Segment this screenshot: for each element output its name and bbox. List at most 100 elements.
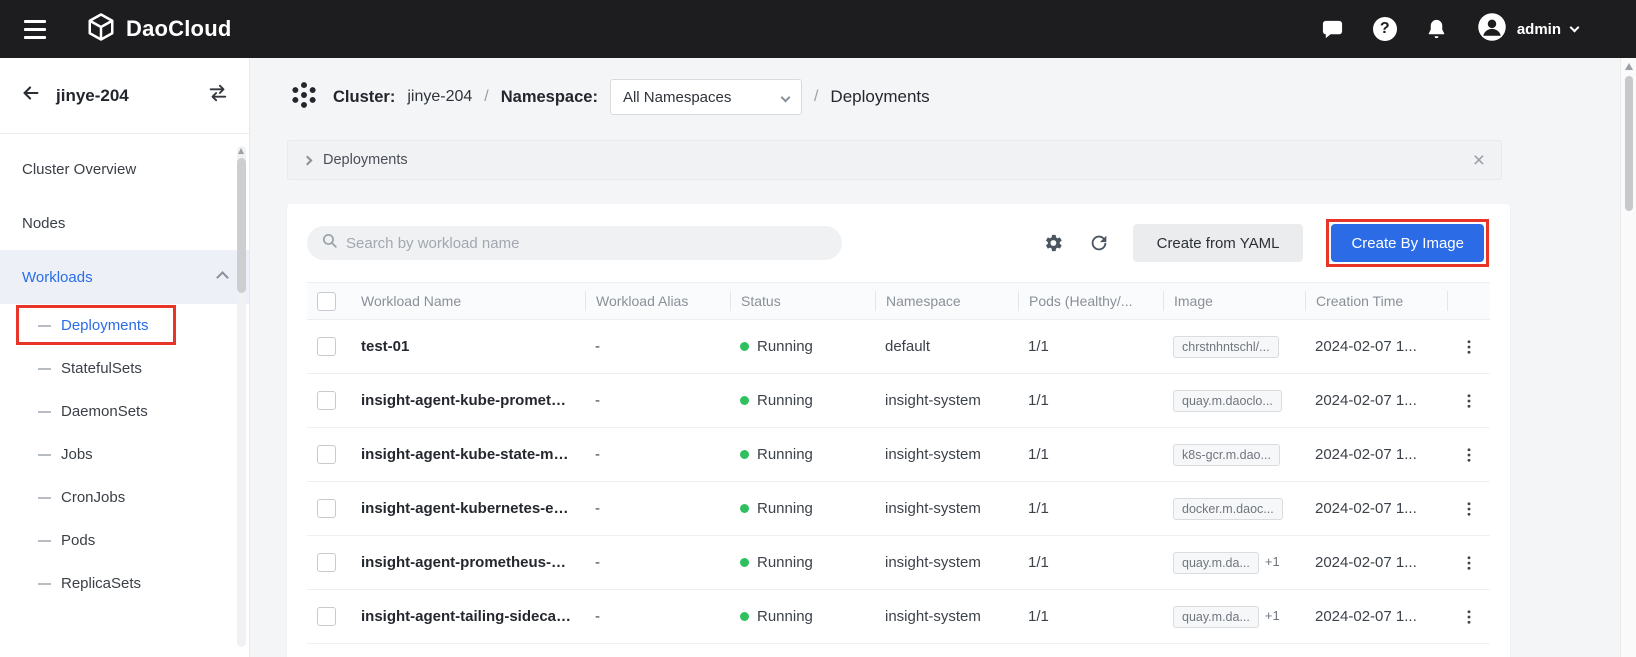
daocloud-cube-icon [86,12,116,47]
search-box [307,226,842,260]
sidebar-item-cronjobs[interactable]: CronJobs [0,476,249,519]
cluster-value[interactable]: jinye-204 [407,88,472,106]
namespace-cell: insight-system [875,554,1018,571]
status-dot [740,450,749,459]
sidebar-item-jobs[interactable]: Jobs [0,433,249,476]
kebab-menu-icon[interactable] [1457,551,1480,575]
col-image: Image [1163,291,1305,311]
status-text: Running [757,554,813,571]
sidebar: jinye-204 Cluster Overview Nodes Workloa… [0,58,250,657]
help-icon[interactable]: ? [1373,17,1397,41]
row-checkbox[interactable] [317,607,336,626]
creation-time-cell: 2024-02-07 1... [1305,392,1447,409]
page-scrollbar[interactable] [1620,58,1636,657]
status-cell: Running [730,446,875,463]
switch-cluster-icon[interactable] [207,82,229,109]
breadcrumb-separator: / [484,88,488,106]
deployments-collapse-panel[interactable]: Deployments × [287,140,1502,180]
status-cell: Running [730,554,875,571]
main-content: Cluster: jinye-204 / Namespace: All Name… [250,58,1620,657]
kebab-menu-icon[interactable] [1457,497,1480,521]
sidebar-item-workloads[interactable]: Workloads [0,250,249,304]
panel-title: Deployments [323,152,408,168]
image-extra-count: +1 [1265,554,1280,569]
kebab-menu-icon[interactable] [1457,389,1480,413]
sidebar-menu: Cluster Overview Nodes Workloads Deploym… [0,134,249,605]
table-row: insight-agent-kubernetes-eve... - Runnin… [307,482,1490,536]
image-extra-count: +1 [1265,608,1280,623]
sidebar-item-label: Cluster Overview [22,161,136,178]
message-icon[interactable] [1321,17,1345,41]
sidebar-scrollbar-thumb[interactable] [237,158,246,293]
top-bar: DaoCloud ? admin [0,0,1636,58]
sidebar-scrollbar[interactable] [237,146,246,647]
row-checkbox[interactable] [317,499,336,518]
sidebar-item-replicasets[interactable]: ReplicaSets [0,562,249,605]
namespace-select[interactable]: All Namespaces [610,79,802,115]
select-all-checkbox[interactable] [317,292,336,311]
sidebar-item-daemonsets[interactable]: DaemonSets [0,390,249,433]
notification-bell-icon[interactable] [1425,17,1449,41]
search-input[interactable] [346,235,828,252]
workload-name-link[interactable]: insight-agent-kubernetes-eve... [351,500,585,517]
username-label: admin [1517,21,1561,38]
chevron-down-icon [781,92,791,102]
create-from-yaml-button[interactable]: Create from YAML [1133,224,1304,262]
image-tag: chrstnhntschl/... [1173,336,1279,358]
status-text: Running [757,392,813,409]
status-cell: Running [730,338,875,355]
workload-alias: - [585,338,730,355]
col-status: Status [730,291,875,311]
sidebar-item-nodes[interactable]: Nodes [0,196,249,250]
sidebar-subitem-label: StatefulSets [61,360,142,377]
image-tag: quay.m.da... [1173,606,1259,628]
sidebar-subitem-label: CronJobs [61,489,125,506]
table-row: test-01 - Running default 1/1 chrstnhnts… [307,320,1490,374]
workload-name-link[interactable]: insight-agent-prometheus-bla... [351,554,585,571]
scroll-up-arrow-icon [1625,63,1633,70]
row-checkbox[interactable] [317,445,336,464]
table-row: insight-agent-prometheus-bla... - Runnin… [307,536,1490,590]
sidebar-item-pods[interactable]: Pods [0,519,249,562]
workload-name-link[interactable]: insight-agent-kube-state-met... [351,446,585,463]
sidebar-subitem-label: DaemonSets [61,403,148,420]
status-cell: Running [730,500,875,517]
status-text: Running [757,500,813,517]
breadcrumb-page-title: Deployments [830,87,929,107]
status-dot [740,612,749,621]
refresh-icon[interactable] [1087,231,1111,255]
sidebar-item-label: Nodes [22,215,65,232]
page-scrollbar-thumb[interactable] [1625,76,1633,211]
workload-name-link[interactable]: insight-agent-tailing-sidecar-... [351,608,585,625]
sidebar-subitem-label: Jobs [61,446,93,463]
chevron-up-icon [218,269,227,286]
kebab-menu-icon[interactable] [1457,443,1480,467]
kebab-menu-icon[interactable] [1457,605,1480,629]
dash-bullet [38,497,51,499]
workload-alias: - [585,446,730,463]
image-cell: quay.m.da... +1 [1163,606,1305,628]
dash-bullet [38,454,51,456]
create-by-image-button[interactable]: Create By Image [1331,224,1484,262]
hamburger-menu-icon[interactable] [24,20,46,39]
user-menu[interactable]: admin [1477,12,1578,47]
row-checkbox[interactable] [317,553,336,572]
close-icon[interactable]: × [1473,150,1485,171]
workload-name-link[interactable]: insight-agent-kube-prometh-... [351,392,585,409]
back-arrow-icon[interactable] [20,82,42,109]
status-text: Running [757,338,813,355]
row-checkbox[interactable] [317,337,336,356]
status-cell: Running [730,392,875,409]
kebab-menu-icon[interactable] [1457,335,1480,359]
sidebar-item-statefulsets[interactable]: StatefulSets [0,347,249,390]
sidebar-item-cluster-overview[interactable]: Cluster Overview [0,142,249,196]
brand-logo[interactable]: DaoCloud [86,12,231,47]
workload-name-link[interactable]: test-01 [351,338,585,355]
sidebar-item-deployments[interactable]: Deployments [0,304,249,347]
workload-list-card: Create from YAML Create By Image Workloa… [287,204,1510,657]
sidebar-item-label: Workloads [22,269,93,286]
create-by-image-wrap: Create By Image [1331,224,1484,262]
row-checkbox[interactable] [317,391,336,410]
settings-gear-icon[interactable] [1041,231,1065,255]
workload-alias: - [585,608,730,625]
